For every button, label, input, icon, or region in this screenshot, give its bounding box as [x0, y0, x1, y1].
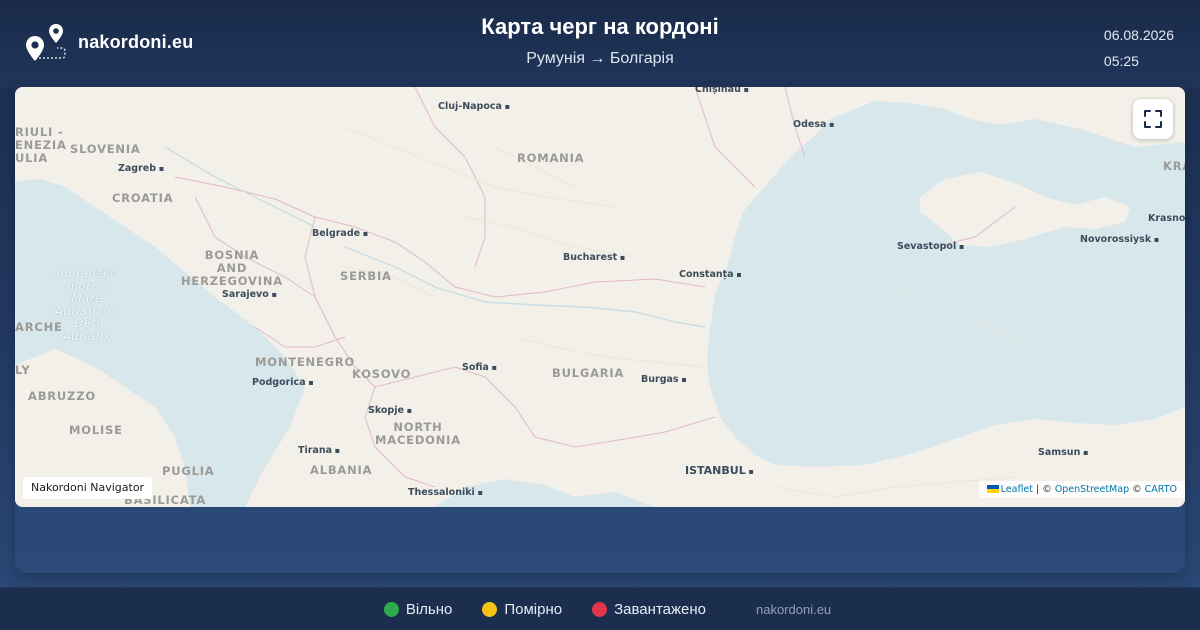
city-thessaloniki: Thessaloniki — [408, 487, 483, 498]
label-molise: MOLISE — [69, 423, 123, 437]
legend-free-label: Вільно — [405, 600, 453, 618]
city-zagreb: Zagreb — [118, 163, 164, 174]
label-krasnodar-region: KRA — [1163, 159, 1185, 173]
label-adriatic-sea: Jadransko more / Mare Adriatico / Deti Adriat… — [55, 266, 120, 343]
label-puglia: PUGLIA — [162, 464, 215, 478]
city-chisinau: Chișinău — [695, 87, 749, 95]
osm-link[interactable]: OpenStreetMap — [1055, 484, 1129, 495]
legend-moderate-label: Помірно — [504, 600, 563, 618]
label-lazio: LY — [15, 363, 31, 377]
city-sarajevo: Sarajevo — [222, 289, 277, 300]
status-dot-red — [592, 601, 608, 617]
label-abruzzo: ABRUZZO — [28, 389, 96, 403]
footer-site-link[interactable]: nakordoni.eu — [756, 602, 831, 617]
label-friuli: RIULI - ENEZIA ULIA — [15, 125, 67, 165]
city-burgas: Burgas — [641, 374, 687, 385]
label-albania: ALBANIA — [310, 463, 373, 477]
legend-busy-label: Завантажено — [614, 600, 706, 618]
label-serbia: SERBIA — [340, 269, 392, 283]
leaflet-link[interactable]: Leaflet — [1001, 484, 1033, 495]
date-text: 06.08.2026 — [1103, 27, 1174, 43]
city-podgorica: Podgorica — [252, 377, 314, 388]
legend-free: Вільно — [383, 600, 453, 618]
label-croatia: CROATIA — [112, 191, 174, 205]
label-kosovo: KOSOVO — [352, 367, 412, 381]
title-block: Карта черг на кордоні Румунія → Болгарія — [0, 14, 1200, 68]
time-text: 05:25 — [1103, 53, 1139, 69]
city-bucharest: Bucharest — [563, 252, 625, 263]
datetime: 06.08.2026 05:25 — [1104, 22, 1174, 74]
city-cluj-napoca: Cluj-Napoca — [438, 101, 510, 112]
city-novorossiysk: Novorossiysk — [1080, 234, 1159, 245]
header: nakordoni.eu Карта черг на кордоні Румун… — [0, 0, 1200, 87]
status-dot-green — [383, 601, 399, 617]
footer: Вільно Помірно Завантажено nakordoni.eu — [0, 587, 1200, 630]
label-bulgaria: BULGARIA — [552, 366, 625, 380]
map-attribution: Leaflet | © OpenStreetMap © CARTO — [978, 481, 1185, 498]
status-dot-yellow — [482, 601, 498, 617]
city-istanbul: ISTANBUL — [685, 464, 754, 477]
label-north-macedonia: NORTH MACEDONIA — [375, 420, 461, 447]
legend-moderate: Помірно — [482, 601, 562, 618]
label-montenegro: MONTENEGRO — [255, 355, 356, 369]
attribution-copy: © — [1132, 484, 1142, 495]
city-sofia: Sofia — [462, 362, 497, 373]
legend-busy: Завантажено — [592, 601, 706, 618]
fullscreen-button[interactable] — [1133, 99, 1173, 139]
label-romania: ROMANIA — [517, 151, 585, 165]
city-samsun: Samsun — [1038, 447, 1089, 458]
navigator-tag: Nakordoni Navigator — [23, 477, 153, 499]
city-odesa: Odesa — [793, 119, 835, 130]
ukraine-flag-icon — [986, 485, 999, 493]
map-tiles — [15, 87, 1185, 507]
carto-link[interactable]: CARTO — [1145, 484, 1177, 495]
city-belgrade: Belgrade — [312, 228, 368, 239]
label-slovenia: SLOVENIA — [70, 142, 141, 156]
city-krasnodar: Krasnoda — [1148, 213, 1185, 224]
fullscreen-icon — [1144, 110, 1162, 128]
map-view[interactable]: RIULI - ENEZIA ULIA SLOVENIA CROATIA BOSNI… — [15, 87, 1185, 507]
city-constanta: Constanța — [679, 269, 742, 280]
city-sevastopol: Sevastopol — [897, 241, 964, 252]
attribution-separator: | © — [1036, 484, 1052, 495]
label-bosnia: BOSNIA AND HERZEGOVINA — [181, 248, 283, 288]
page-title: Карта черг на кордоні — [481, 14, 719, 39]
city-skopje: Skopje — [368, 405, 412, 416]
route-subtitle: Румунія → Болгарія — [526, 50, 674, 67]
city-tirana: Tirana — [298, 445, 340, 456]
